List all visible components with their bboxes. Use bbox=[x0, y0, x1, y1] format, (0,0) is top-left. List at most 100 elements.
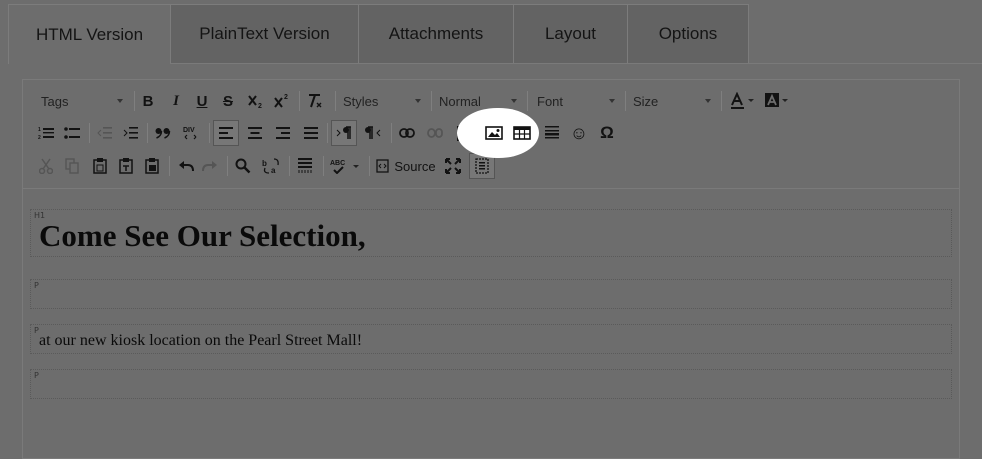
spellcheck-icon: ABC bbox=[330, 160, 359, 174]
paragraph-block[interactable]: P at our new kiosk location on the Pearl… bbox=[30, 324, 952, 354]
redo-button[interactable] bbox=[199, 153, 221, 179]
paragraph-text: at our new kiosk location on the Pearl S… bbox=[39, 332, 363, 349]
heading-block[interactable]: H1 Come See Our Selection, bbox=[30, 209, 952, 257]
align-left-icon bbox=[219, 127, 233, 139]
background-color-button[interactable] bbox=[763, 88, 791, 114]
tab-label: Layout bbox=[544, 24, 597, 43]
maximize-icon bbox=[445, 158, 461, 174]
separator bbox=[721, 91, 722, 111]
italic-button[interactable]: I bbox=[165, 88, 187, 114]
horizontal-line-button[interactable] bbox=[540, 120, 564, 146]
separator bbox=[147, 123, 148, 143]
blockquote-button[interactable] bbox=[151, 120, 175, 146]
underline-button[interactable]: U bbox=[191, 88, 213, 114]
redo-icon bbox=[202, 161, 217, 172]
tab-options[interactable]: Options bbox=[628, 4, 749, 63]
tab-label: PlainText Version bbox=[199, 24, 330, 43]
tab-layout[interactable]: Layout bbox=[514, 4, 628, 63]
search-icon bbox=[235, 158, 251, 174]
paste-button[interactable] bbox=[89, 153, 111, 179]
rtl-icon bbox=[365, 126, 381, 139]
svg-text:1: 1 bbox=[38, 127, 41, 133]
background-color-icon bbox=[765, 93, 788, 107]
table-button[interactable] bbox=[511, 122, 533, 144]
spellcheck-button[interactable]: ABC bbox=[329, 153, 363, 179]
text-color-icon bbox=[731, 92, 754, 109]
bold-icon: B bbox=[142, 92, 154, 110]
text-direction-rtl-button[interactable] bbox=[361, 120, 385, 146]
maximize-button[interactable] bbox=[441, 153, 465, 179]
replace-button[interactable]: ba bbox=[259, 153, 283, 179]
align-left-button[interactable] bbox=[213, 120, 239, 146]
bulleted-list-button[interactable] bbox=[61, 120, 83, 146]
superscript-button[interactable]: 2 bbox=[271, 88, 293, 114]
tab-label: HTML Version bbox=[35, 24, 144, 44]
increase-indent-icon bbox=[123, 127, 138, 139]
chevron-down-icon bbox=[117, 99, 123, 103]
tab-attachments[interactable]: Attachments bbox=[359, 4, 514, 63]
paragraph-block-empty[interactable]: P bbox=[30, 369, 952, 399]
subscript-button[interactable]: 2 bbox=[245, 88, 267, 114]
select-all-button[interactable] bbox=[293, 153, 317, 179]
separator bbox=[169, 156, 170, 176]
image-icon bbox=[485, 126, 503, 140]
svg-text:DIV: DIV bbox=[183, 127, 195, 134]
separator bbox=[89, 123, 90, 143]
copy-button[interactable] bbox=[61, 153, 83, 179]
chevron-down-icon bbox=[511, 99, 517, 103]
paste-from-word-button[interactable] bbox=[141, 153, 163, 179]
separator bbox=[227, 156, 228, 176]
strikethrough-button[interactable]: S bbox=[217, 88, 239, 114]
bold-button[interactable]: B bbox=[137, 88, 159, 114]
align-center-button[interactable] bbox=[243, 120, 267, 146]
separator bbox=[209, 123, 210, 143]
image-button[interactable] bbox=[483, 122, 505, 144]
source-icon bbox=[376, 159, 390, 173]
tab-underline bbox=[170, 63, 982, 64]
div-container-button[interactable]: DIV bbox=[179, 120, 203, 146]
strikethrough-icon: S bbox=[222, 92, 233, 110]
separator bbox=[323, 156, 324, 176]
justify-button[interactable] bbox=[299, 120, 323, 146]
styles-dropdown[interactable]: Styles bbox=[343, 88, 425, 114]
source-button[interactable]: Source bbox=[375, 153, 437, 179]
decrease-indent-button[interactable] bbox=[93, 120, 115, 146]
separator bbox=[335, 91, 336, 111]
svg-text:b: b bbox=[262, 159, 267, 168]
tags-dropdown[interactable]: Tags bbox=[41, 88, 127, 114]
numbered-list-button[interactable]: 12 bbox=[35, 120, 57, 146]
unlink-button[interactable] bbox=[423, 120, 447, 146]
paragraph-block-empty[interactable]: P bbox=[30, 279, 952, 309]
emoji-button[interactable]: ☺ bbox=[567, 120, 591, 146]
separator bbox=[299, 91, 300, 111]
text-direction-ltr-button[interactable] bbox=[331, 120, 357, 146]
paste-text-icon bbox=[119, 158, 133, 174]
special-character-button[interactable]: Ω bbox=[595, 120, 619, 146]
show-blocks-icon bbox=[475, 158, 489, 174]
tab-plaintext-version[interactable]: PlainText Version bbox=[171, 4, 359, 63]
increase-indent-button[interactable] bbox=[119, 120, 141, 146]
link-button[interactable] bbox=[395, 120, 419, 146]
tab-html-version[interactable]: HTML Version bbox=[8, 4, 171, 64]
block-tag-label: P bbox=[34, 281, 39, 290]
source-label: Source bbox=[394, 158, 436, 174]
size-dropdown[interactable]: Size bbox=[633, 88, 715, 114]
align-right-button[interactable] bbox=[271, 120, 295, 146]
align-center-icon bbox=[248, 127, 262, 139]
tags-dropdown-label: Tags bbox=[41, 93, 69, 109]
undo-button[interactable] bbox=[175, 153, 197, 179]
styles-dropdown-label: Styles bbox=[343, 93, 379, 109]
cut-button[interactable] bbox=[35, 153, 57, 179]
separator bbox=[625, 91, 626, 111]
unlink-icon bbox=[427, 128, 443, 138]
justify-icon bbox=[304, 127, 318, 139]
remove-format-button[interactable] bbox=[303, 88, 327, 114]
separator bbox=[289, 156, 290, 176]
svg-text:2: 2 bbox=[284, 94, 288, 101]
decrease-indent-icon bbox=[97, 127, 112, 139]
paste-text-button[interactable] bbox=[115, 153, 137, 179]
svg-text:a: a bbox=[271, 166, 276, 174]
font-dropdown[interactable]: Font bbox=[537, 88, 619, 114]
find-button[interactable] bbox=[231, 153, 255, 179]
text-color-button[interactable] bbox=[729, 88, 757, 114]
